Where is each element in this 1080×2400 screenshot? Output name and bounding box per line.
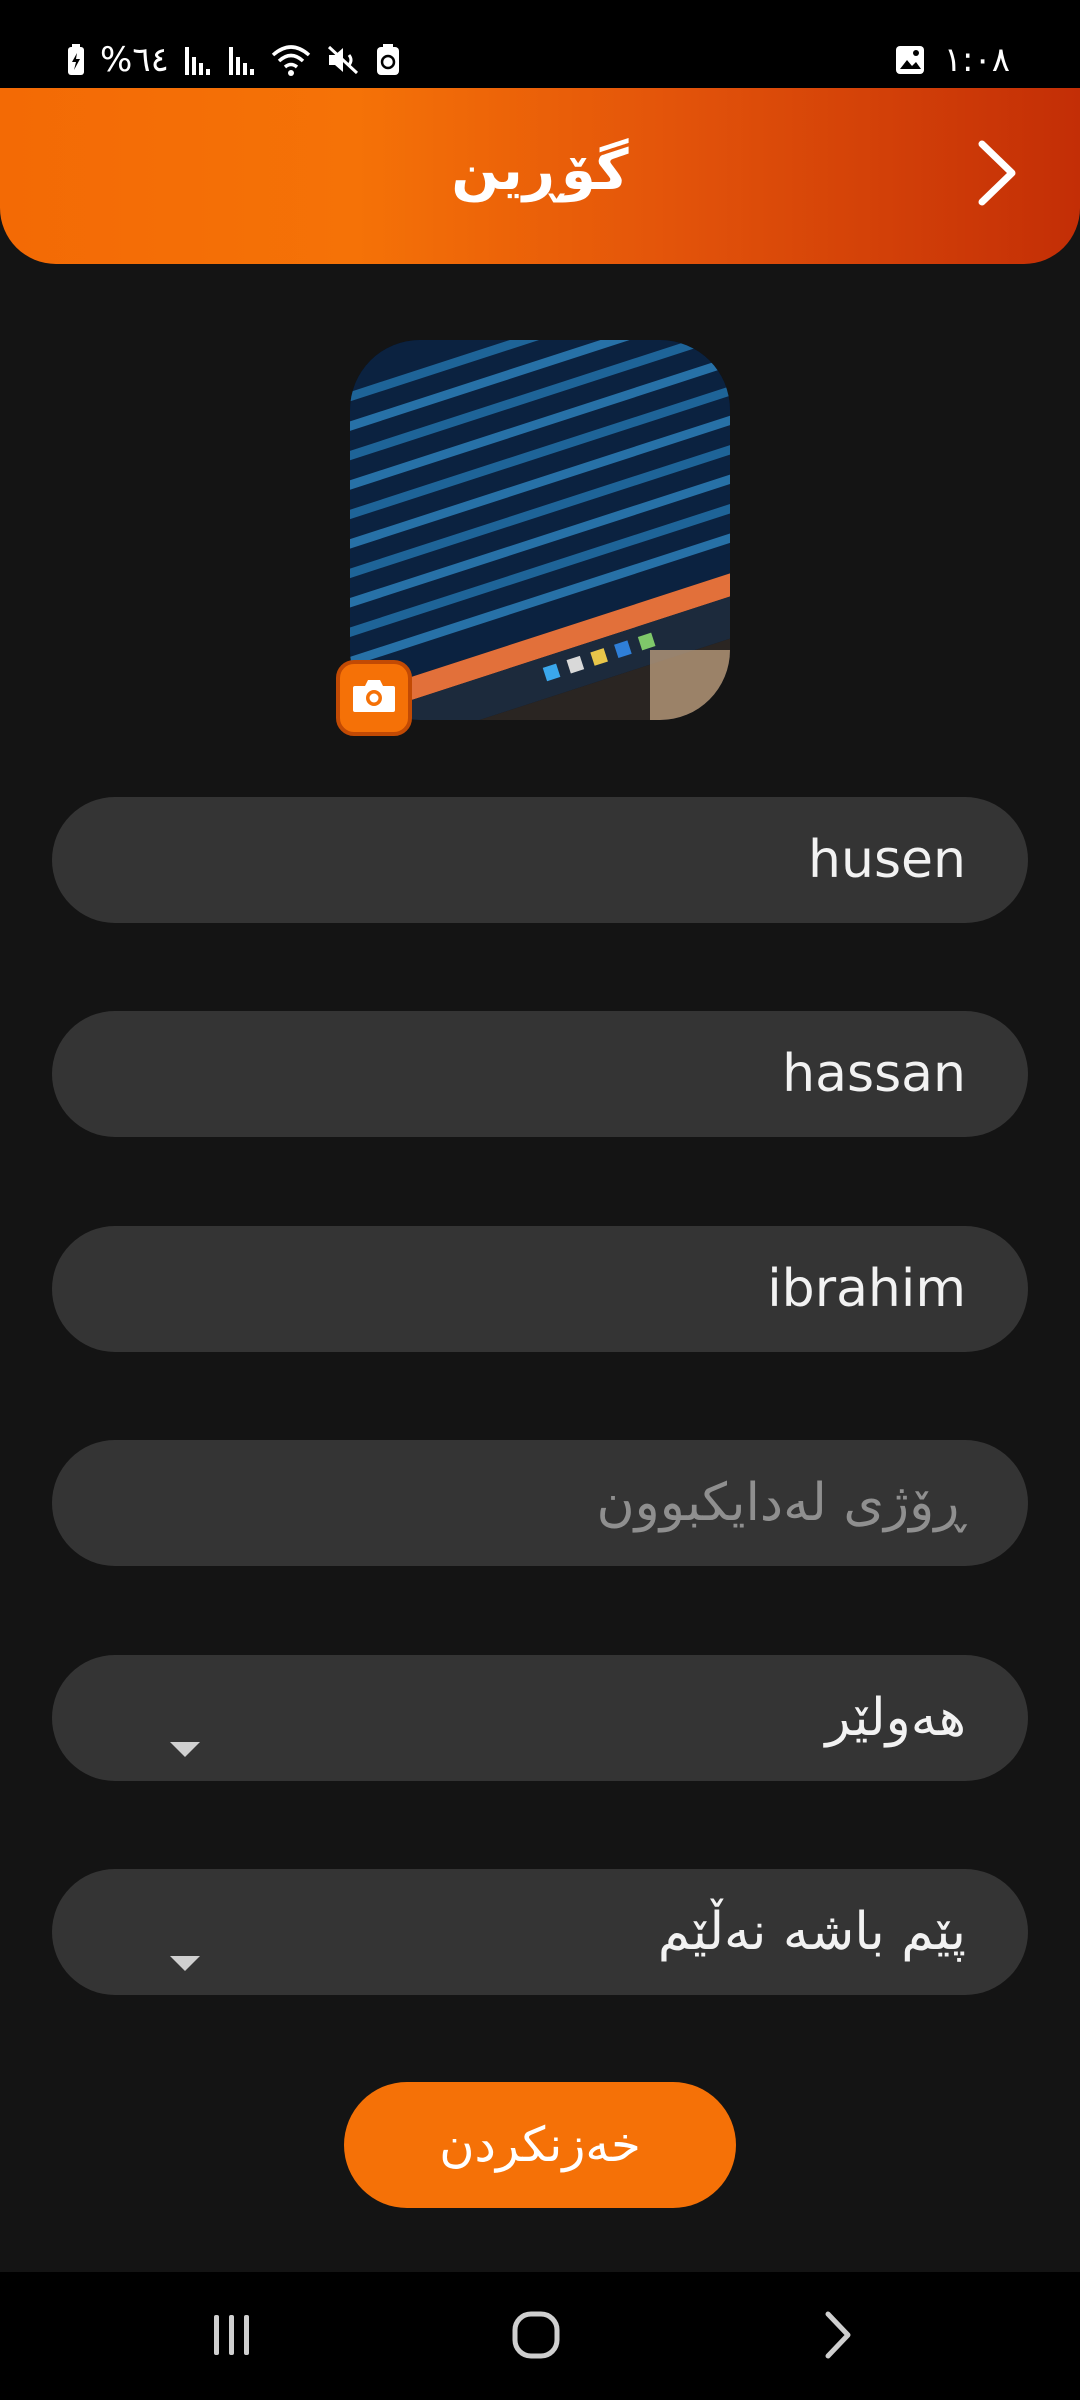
system-nav-bar <box>0 2272 1080 2400</box>
wifi-icon <box>271 43 311 77</box>
home-button[interactable] <box>496 2302 576 2372</box>
gender-dropdown[interactable]: پێم باشە نەڵێم <box>52 1869 1028 1995</box>
page-title: گۆڕین <box>451 138 629 203</box>
edit-profile-screen: %٦٤ ١:٠٨ گۆڕین husen hassan ibrahim ڕۆژی… <box>0 0 1080 2400</box>
mute-icon <box>325 43 361 77</box>
chevron-right-icon <box>972 138 1022 212</box>
avatar[interactable] <box>350 340 730 720</box>
last-name-value: ibrahim <box>767 1259 966 1319</box>
back-button[interactable] <box>954 132 1040 218</box>
status-bar: %٦٤ ١:٠٨ <box>0 0 1080 88</box>
camera-icon <box>351 676 397 720</box>
recents-icon <box>208 2311 256 2363</box>
middle-name-value: hassan <box>782 1044 966 1104</box>
birthdate-placeholder: ڕۆژی لەدایکبوون <box>596 1473 966 1533</box>
recents-button[interactable] <box>192 2302 272 2372</box>
battery-charging-icon <box>66 43 86 77</box>
status-left-group: %٦٤ <box>66 36 401 84</box>
first-name-value: husen <box>808 830 966 890</box>
last-name-field[interactable]: ibrahim <box>52 1226 1028 1352</box>
dropdown-arrow-icon <box>170 1925 200 1985</box>
app-header: گۆڕین <box>0 88 1080 264</box>
gender-value: پێم باشە نەڵێم <box>657 1902 966 1962</box>
recycle-icon <box>375 43 401 77</box>
nav-back-icon <box>818 2308 858 2366</box>
status-right-group: ١:٠٨ <box>894 36 1010 84</box>
status-time: ١:٠٨ <box>943 40 1010 80</box>
change-photo-button[interactable] <box>336 660 412 736</box>
dropdown-arrow-icon <box>170 1711 200 1771</box>
city-dropdown[interactable]: هەولێر <box>52 1655 1028 1781</box>
middle-name-field[interactable]: hassan <box>52 1011 1028 1137</box>
birthdate-field[interactable]: ڕۆژی لەدایکبوون <box>52 1440 1028 1566</box>
nav-back-button[interactable] <box>798 2302 878 2372</box>
gallery-icon <box>894 44 926 76</box>
save-button[interactable]: خەزنکردن <box>344 2082 736 2208</box>
avatar-container <box>336 340 730 736</box>
city-value: هەولێر <box>825 1688 966 1748</box>
first-name-field[interactable]: husen <box>52 797 1028 923</box>
save-button-label: خەزنکردن <box>439 2117 641 2173</box>
battery-percentage: %٦٤ <box>100 40 169 80</box>
signal-icon <box>183 43 213 77</box>
home-icon <box>509 2308 563 2366</box>
signal-icon <box>227 43 257 77</box>
